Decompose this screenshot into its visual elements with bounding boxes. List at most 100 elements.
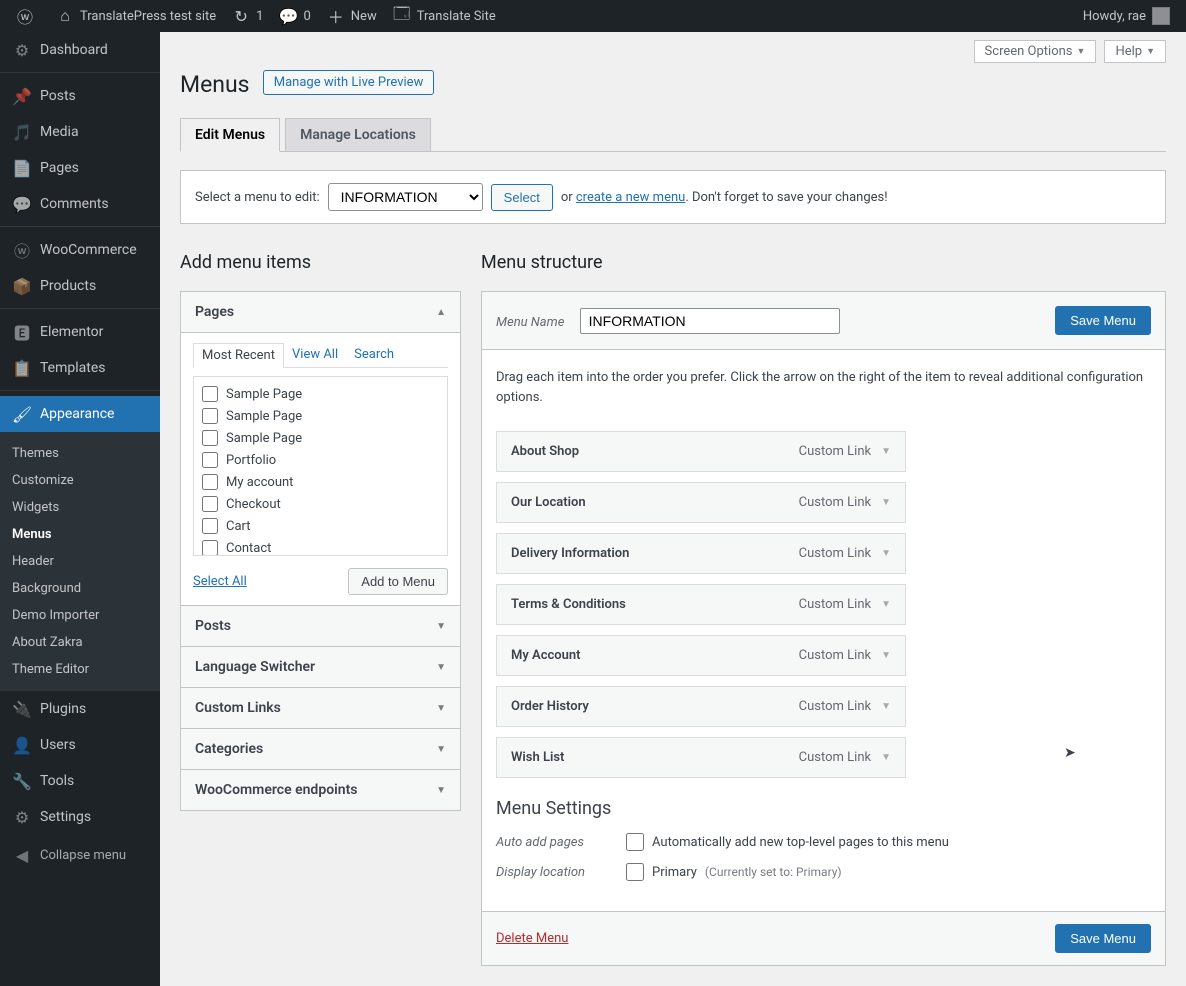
tab-manage-locations[interactable]: Manage Locations bbox=[285, 118, 431, 152]
accordion-custom-links-header[interactable]: Custom Links▼ bbox=[181, 687, 460, 728]
menu-icon: 📄 bbox=[12, 158, 32, 178]
menu-icon: 📌 bbox=[12, 86, 32, 106]
chevron-down-icon: ▼ bbox=[881, 446, 891, 457]
primary-checkbox[interactable] bbox=[626, 863, 644, 881]
submenu-themes[interactable]: Themes bbox=[0, 440, 160, 467]
menu-icon: 🖌 bbox=[12, 404, 32, 424]
auto-add-label: Auto add pages bbox=[496, 835, 626, 850]
page-checkbox[interactable] bbox=[202, 496, 218, 512]
menu-dropdown[interactable]: INFORMATION bbox=[328, 183, 483, 211]
submenu-demo-importer[interactable]: Demo Importer bbox=[0, 602, 160, 629]
menu-select-bar: Select a menu to edit: INFORMATION Selec… bbox=[180, 170, 1166, 224]
sidebar-item-dashboard[interactable]: ⚙Dashboard bbox=[0, 32, 160, 68]
accordion-woocommerce-endpoints-header[interactable]: WooCommerce endpoints▼ bbox=[181, 769, 460, 810]
page-checkbox[interactable] bbox=[202, 430, 218, 446]
updates-link[interactable]: ↻1 bbox=[224, 0, 271, 32]
menu-item[interactable]: Our LocationCustom Link▼ bbox=[496, 482, 906, 523]
menu-item[interactable]: Wish ListCustom Link▼ bbox=[496, 737, 906, 778]
menu-icon: 👤 bbox=[12, 735, 32, 755]
submenu-widgets[interactable]: Widgets bbox=[0, 494, 160, 521]
page-list[interactable]: Sample PageSample PageSample PagePortfol… bbox=[193, 376, 448, 556]
screen-options-button[interactable]: Screen Options▼ bbox=[974, 40, 1097, 63]
page-checkbox[interactable] bbox=[202, 540, 218, 556]
page-checkbox[interactable] bbox=[202, 452, 218, 468]
wp-logo[interactable]: ⓦ bbox=[8, 0, 48, 32]
menu-item[interactable]: My AccountCustom Link▼ bbox=[496, 635, 906, 676]
submenu-header[interactable]: Header bbox=[0, 548, 160, 575]
sidebar-item-tools[interactable]: 🔧Tools bbox=[0, 763, 160, 799]
menu-item[interactable]: Delivery InformationCustom Link▼ bbox=[496, 533, 906, 574]
sidebar-item-templates[interactable]: 📋Templates bbox=[0, 350, 160, 386]
page-item[interactable]: My account bbox=[200, 471, 441, 493]
create-new-menu-link[interactable]: create a new menu bbox=[576, 190, 685, 205]
select-menu-label: Select a menu to edit: bbox=[195, 190, 320, 205]
submenu-background[interactable]: Background bbox=[0, 575, 160, 602]
my-account[interactable]: Howdy, rae bbox=[1075, 0, 1178, 32]
accordion-pages-header[interactable]: Pages ▲ bbox=[181, 292, 460, 332]
admin-sidebar: ⚙Dashboard 📌Posts🎵Media📄Pages💬Comments ⓦWo… bbox=[0, 32, 160, 986]
chevron-down-icon: ▼ bbox=[881, 599, 891, 610]
chevron-down-icon: ▼ bbox=[881, 701, 891, 712]
menu-item[interactable]: Terms & ConditionsCustom Link▼ bbox=[496, 584, 906, 625]
accordion-language-switcher-header[interactable]: Language Switcher▼ bbox=[181, 646, 460, 687]
menu-icon: 🔌 bbox=[12, 699, 32, 719]
sidebar-item-settings[interactable]: ⚙Settings bbox=[0, 799, 160, 835]
comments-link[interactable]: 💬0 bbox=[271, 0, 318, 32]
menu-item[interactable]: About ShopCustom Link▼ bbox=[496, 431, 906, 472]
sidebar-item-plugins[interactable]: 🔌Plugins bbox=[0, 691, 160, 727]
sidebar-item-appearance[interactable]: 🖌Appearance bbox=[0, 396, 160, 432]
page-item[interactable]: Sample Page bbox=[200, 383, 441, 405]
save-menu-button-bottom[interactable]: Save Menu bbox=[1055, 924, 1151, 953]
auto-add-checkbox[interactable] bbox=[626, 833, 644, 851]
add-items-heading: Add menu items bbox=[180, 252, 461, 273]
menu-name-label: Menu Name bbox=[496, 315, 564, 330]
submenu-theme-editor[interactable]: Theme Editor bbox=[0, 656, 160, 683]
menu-name-input[interactable] bbox=[580, 308, 840, 334]
subtab-view-all[interactable]: View All bbox=[284, 343, 346, 367]
chevron-down-icon: ▼ bbox=[436, 744, 446, 755]
submenu-customize[interactable]: Customize bbox=[0, 467, 160, 494]
chevron-down-icon: ▼ bbox=[881, 548, 891, 559]
delete-menu-link[interactable]: Delete Menu bbox=[496, 931, 568, 946]
page-item[interactable]: Cart bbox=[200, 515, 441, 537]
save-menu-button-top[interactable]: Save Menu bbox=[1055, 306, 1151, 335]
help-button[interactable]: Help▼ bbox=[1104, 40, 1166, 63]
page-checkbox[interactable] bbox=[202, 474, 218, 490]
submenu-menus[interactable]: Menus bbox=[0, 521, 160, 548]
sidebar-item-products[interactable]: 📦Products bbox=[0, 268, 160, 304]
page-item[interactable]: Portfolio bbox=[200, 449, 441, 471]
page-item[interactable]: Sample Page bbox=[200, 427, 441, 449]
translate-site-link[interactable]: 🗔Translate Site bbox=[385, 0, 504, 32]
avatar bbox=[1152, 7, 1170, 25]
menu-item[interactable]: Order HistoryCustom Link▼ bbox=[496, 686, 906, 727]
sidebar-item-pages[interactable]: 📄Pages bbox=[0, 150, 160, 186]
submenu-about-zakra[interactable]: About Zakra bbox=[0, 629, 160, 656]
page-checkbox[interactable] bbox=[202, 386, 218, 402]
page-checkbox[interactable] bbox=[202, 408, 218, 424]
accordion-posts-header[interactable]: Posts▼ bbox=[181, 605, 460, 646]
sidebar-item-media[interactable]: 🎵Media bbox=[0, 114, 160, 150]
chevron-down-icon: ▼ bbox=[436, 703, 446, 714]
add-to-menu-button[interactable]: Add to Menu bbox=[348, 568, 448, 595]
sidebar-item-posts[interactable]: 📌Posts bbox=[0, 78, 160, 114]
page-item[interactable]: Sample Page bbox=[200, 405, 441, 427]
accordion-categories-header[interactable]: Categories▼ bbox=[181, 728, 460, 769]
site-name-link[interactable]: ⌂TranslatePress test site bbox=[48, 0, 224, 32]
select-all-link[interactable]: Select All bbox=[193, 574, 247, 589]
live-preview-button[interactable]: Manage with Live Preview bbox=[263, 70, 435, 95]
tab-edit-menus[interactable]: Edit Menus bbox=[180, 118, 280, 152]
sidebar-item-comments[interactable]: 💬Comments bbox=[0, 186, 160, 222]
subtab-search[interactable]: Search bbox=[346, 343, 402, 367]
new-content-link[interactable]: ＋New bbox=[319, 0, 385, 32]
page-checkbox[interactable] bbox=[202, 518, 218, 534]
page-item[interactable]: Contact bbox=[200, 537, 441, 556]
collapse-menu[interactable]: ◀Collapse menu bbox=[0, 835, 160, 875]
sidebar-item-users[interactable]: 👤Users bbox=[0, 727, 160, 763]
sidebar-item-elementor[interactable]: 🅴Elementor bbox=[0, 314, 160, 350]
sidebar-item-woocommerce[interactable]: ⓦWooCommerce bbox=[0, 232, 160, 268]
chevron-down-icon: ▼ bbox=[1146, 46, 1155, 57]
subtab-most-recent[interactable]: Most Recent bbox=[193, 343, 284, 368]
menu-icon: 💬 bbox=[12, 194, 32, 214]
page-item[interactable]: Checkout bbox=[200, 493, 441, 515]
select-button[interactable]: Select bbox=[491, 184, 553, 211]
